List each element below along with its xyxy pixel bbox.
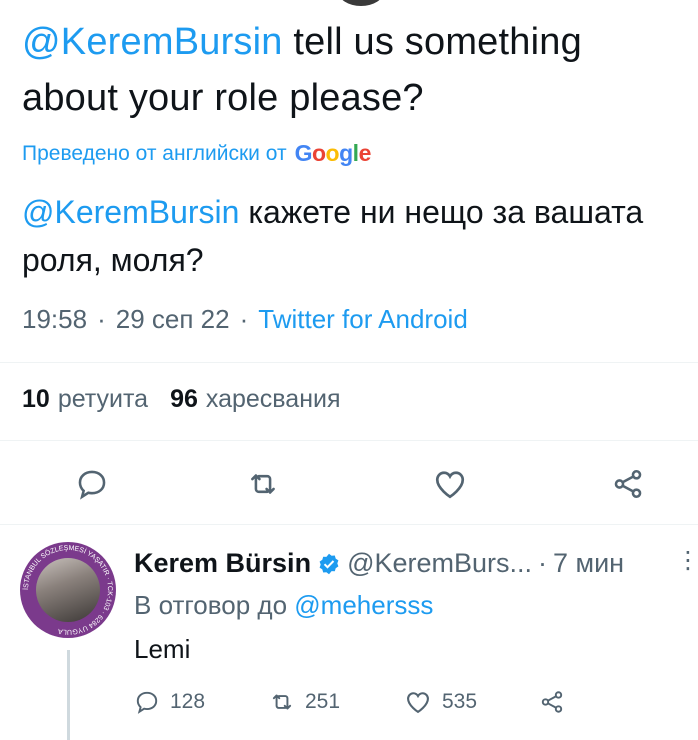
meta-separator: ·	[97, 304, 106, 334]
tweet-actions	[0, 464, 698, 504]
translation-label: Преведено от английски от	[22, 141, 287, 165]
reply-reply-button[interactable]: 128	[134, 684, 269, 720]
reply-retweet-button[interactable]: 251	[269, 684, 404, 720]
google-logo: Google	[294, 140, 372, 166]
divider	[0, 524, 698, 525]
reply-icon	[78, 470, 106, 500]
reply-count: 128	[170, 690, 206, 713]
share-icon	[614, 469, 642, 499]
retweets-stat[interactable]: 10 ретуита	[22, 385, 148, 414]
reply-header: Kerem Bürsin @KeremBurs... · 7 мин	[134, 548, 624, 579]
reply-icon	[136, 691, 158, 714]
reply-to-line: В отговор до @mehersss	[134, 590, 433, 621]
translated-mention-link[interactable]: @KeremBursin	[22, 194, 239, 230]
translation-notice[interactable]: Преведено от английски от Google	[22, 140, 371, 167]
verified-badge-icon	[319, 553, 339, 574]
reply-text: Lemi	[134, 634, 191, 664]
tweet-mention-link[interactable]: @KeremBursin	[22, 21, 283, 63]
reply-author-handle[interactable]: @KeremBurs...	[347, 548, 532, 579]
tweet-time[interactable]: 19:58	[22, 304, 87, 335]
reply-to-label: В отговор до	[134, 590, 288, 620]
translated-text: @KeremBursin кажете ни нещо за вашата ро…	[22, 188, 682, 284]
tweet-stats: 10 ретуита 96 харесвания	[22, 385, 341, 414]
share-icon	[541, 691, 563, 713]
tweet-date[interactable]: 29 сеп 22	[116, 304, 230, 335]
share-button[interactable]	[608, 464, 648, 504]
like-count: 535	[442, 690, 478, 713]
likes-stat[interactable]: 96 харесвания	[170, 385, 340, 414]
tweet-text: @KeremBursin tell us something about you…	[22, 14, 682, 126]
reply-time[interactable]: 7 мин	[553, 548, 624, 579]
reply-share-button[interactable]	[539, 684, 674, 720]
reply-author-name[interactable]: Kerem Bürsin	[134, 548, 311, 579]
previous-avatar-edge	[338, 0, 384, 6]
divider	[0, 440, 698, 441]
like-icon	[407, 692, 429, 714]
more-options-icon[interactable]: ⋮	[676, 546, 698, 575]
like-icon	[435, 471, 465, 499]
reply-like-button[interactable]: 535	[404, 684, 539, 720]
divider	[0, 362, 698, 363]
avatar-photo	[36, 558, 100, 622]
reply-button[interactable]	[72, 464, 112, 504]
thread-line	[67, 650, 70, 740]
reply-to-handle-link[interactable]: @mehersss	[294, 590, 433, 620]
retweet-icon	[251, 474, 275, 494]
meta-separator: ·	[239, 304, 249, 334]
retweet-count: 251	[305, 690, 341, 713]
reply-avatar[interactable]: İSTANBUL SÖZLEŞMESİ YAŞATIR · TCK-103 · …	[20, 542, 116, 638]
retweet-button[interactable]	[243, 464, 283, 504]
reply-separator: ·	[538, 548, 548, 578]
tweet-meta: 19:58 · 29 сеп 22 · Twitter for Android	[22, 304, 468, 335]
like-button[interactable]	[430, 464, 470, 504]
source-app-link[interactable]: Twitter for Android	[258, 304, 468, 335]
reply-actions: 128 251 535	[134, 684, 674, 720]
retweet-icon	[272, 694, 292, 710]
